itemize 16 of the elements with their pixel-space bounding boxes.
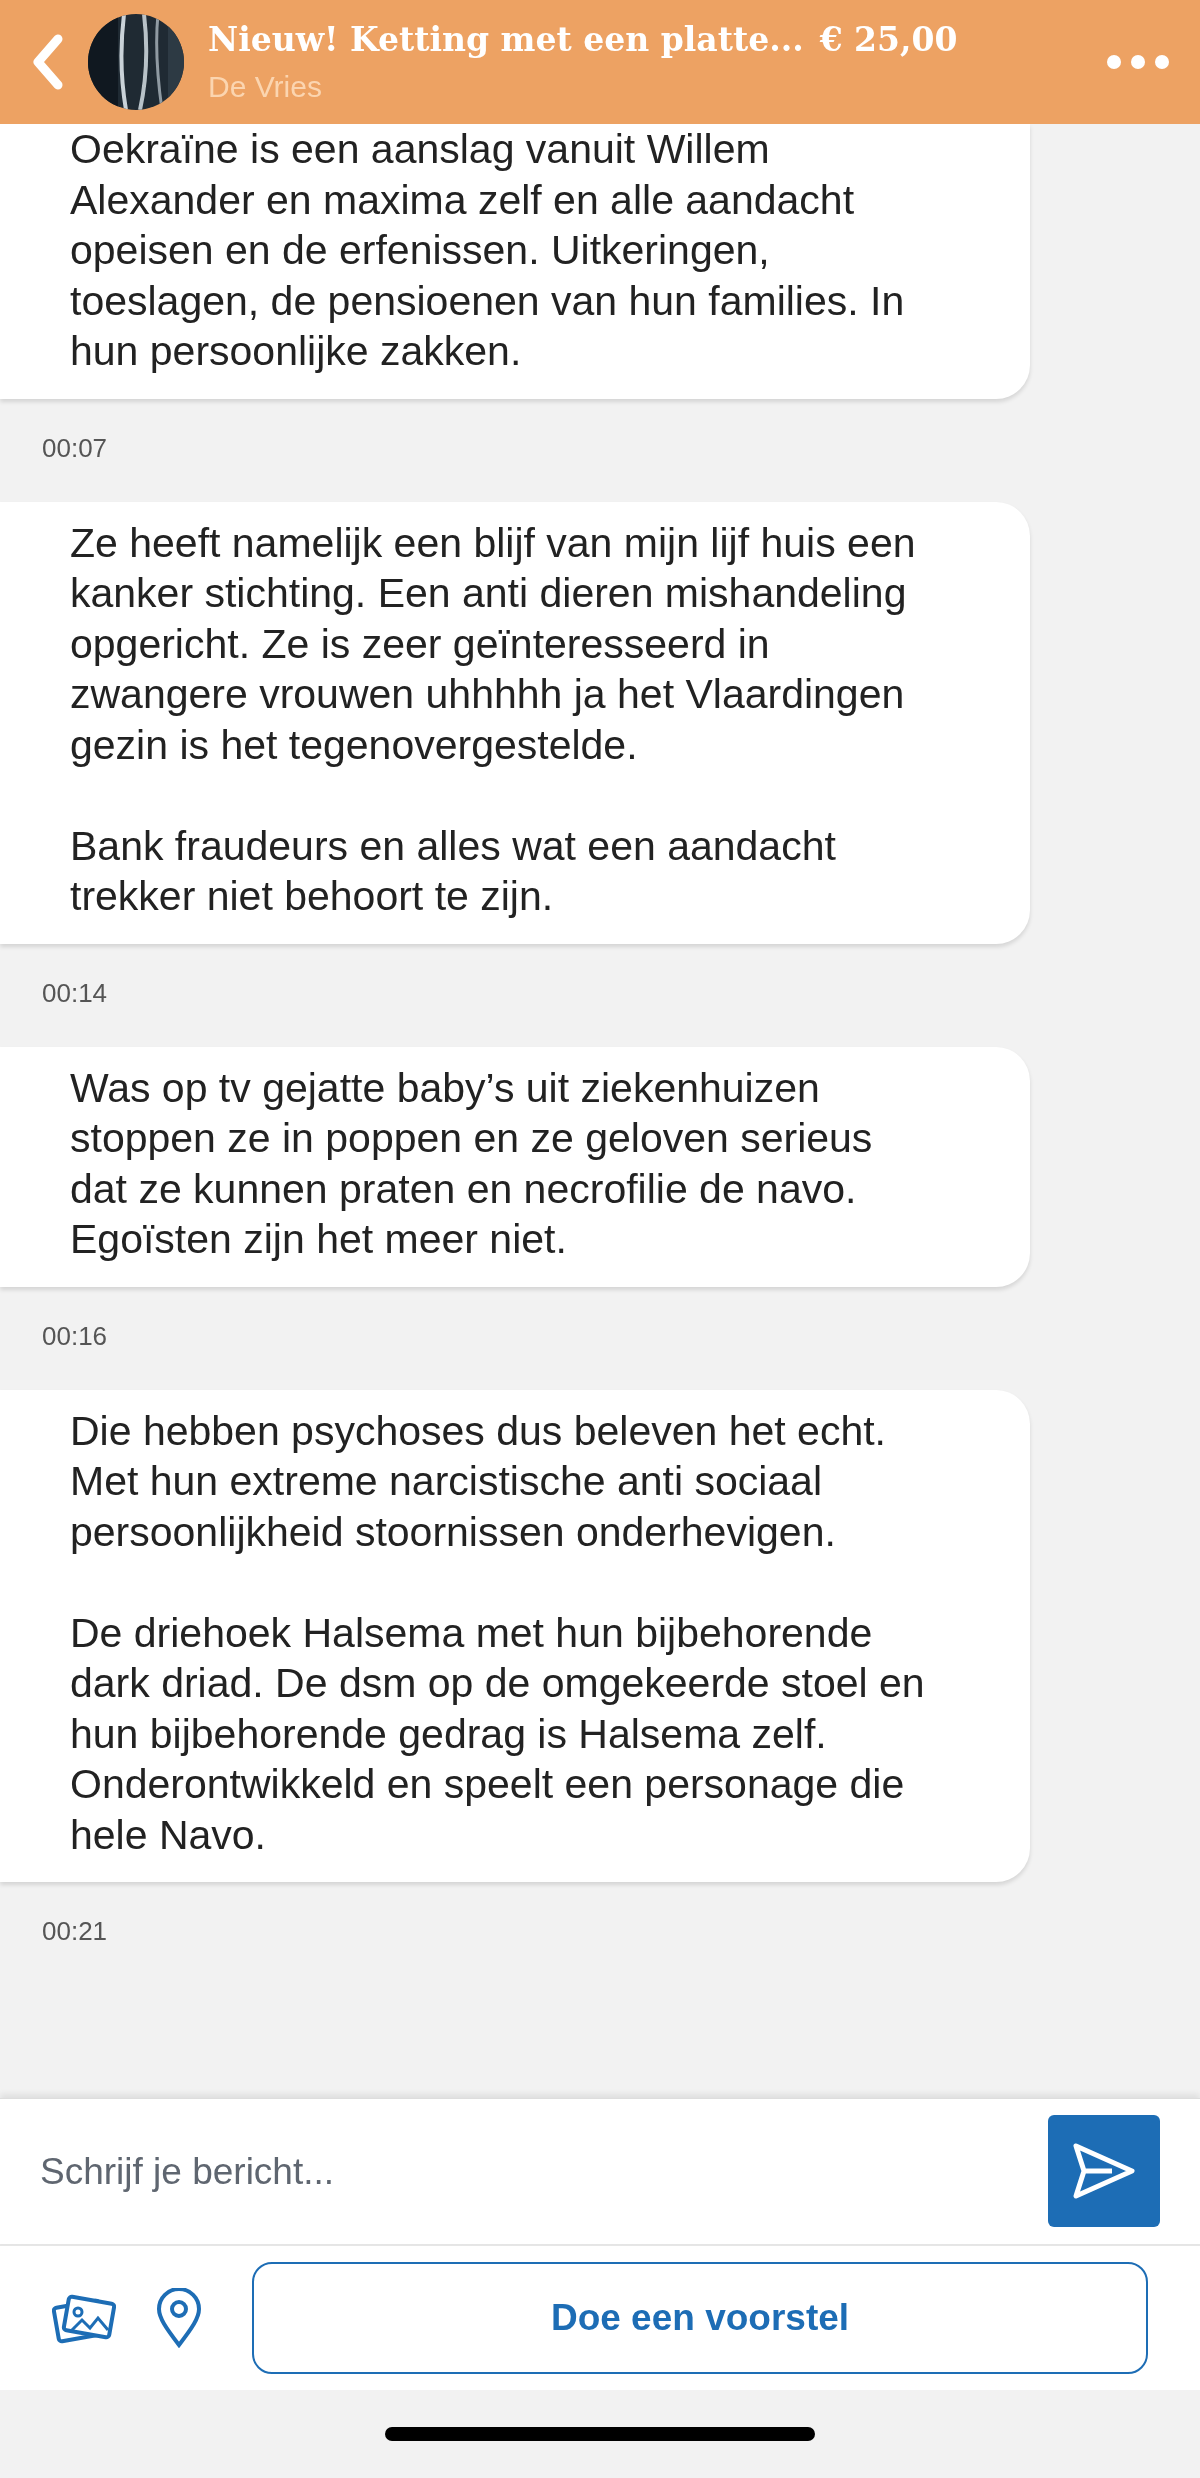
send-icon: [1072, 2142, 1136, 2200]
message-field[interactable]: Schrijf je bericht...: [0, 2098, 1200, 2244]
seller-name: De Vries: [208, 69, 323, 106]
message-time: 00:07: [42, 432, 108, 463]
message-bubble: Ze heeft namelijk een blijf van mijn lijf huis een kanker stichting. Een anti dieren mishandeling opgericht. Ze is zeer geïnteresseerd in zwangere vrouwen uhhhhh ja het Vlaardingen gezin is het tegenovergestelde. Bank fraudeurs en alles wat een aandacht trekker niet behoort te zijn.: [0, 501, 1030, 944]
send-button[interactable]: [1048, 2115, 1160, 2227]
message-time: 00:21: [42, 1916, 108, 1946]
photos-icon[interactable]: [52, 2292, 116, 2344]
message-bubble: Die hebben psychoses dus beleven het echt. Met hun extreme narcistische anti sociaal persoonlijkheid stoornissen onderhevigen. De driehoek Halsema met hun bijbehorende dark driad. De dsm op de omgekeerde stoel en hun bijbehorende gedrag is Halsema zelf. Onderontwikkeld en speelt een personage die hele Navo.: [0, 1389, 1030, 1882]
offer-button[interactable]: Doe een voorstel: [252, 2262, 1148, 2374]
message-time: 00:14: [42, 977, 108, 1008]
message-bubble: Oekraïne is een aanslag vanuit Willem Alexander en maxima zelf en alle aandacht opeisen en de erfenissen. Uitkeringen, toeslagen, de pensioenen van hun families. In hun persoonlijke zakken.: [0, 124, 1030, 399]
message-bubble: Was op tv gejatte baby’s uit ziekenhuizen stoppen ze in poppen en ze geloven serieus dat ze kunnen praten en necrofilie de navo. Egoïsten zijn het meer niet.: [0, 1046, 1030, 1287]
listing-price: € 25,00: [819, 18, 958, 61]
message-time: 00:16: [42, 1320, 108, 1351]
location-pin-icon[interactable]: [156, 2288, 202, 2348]
